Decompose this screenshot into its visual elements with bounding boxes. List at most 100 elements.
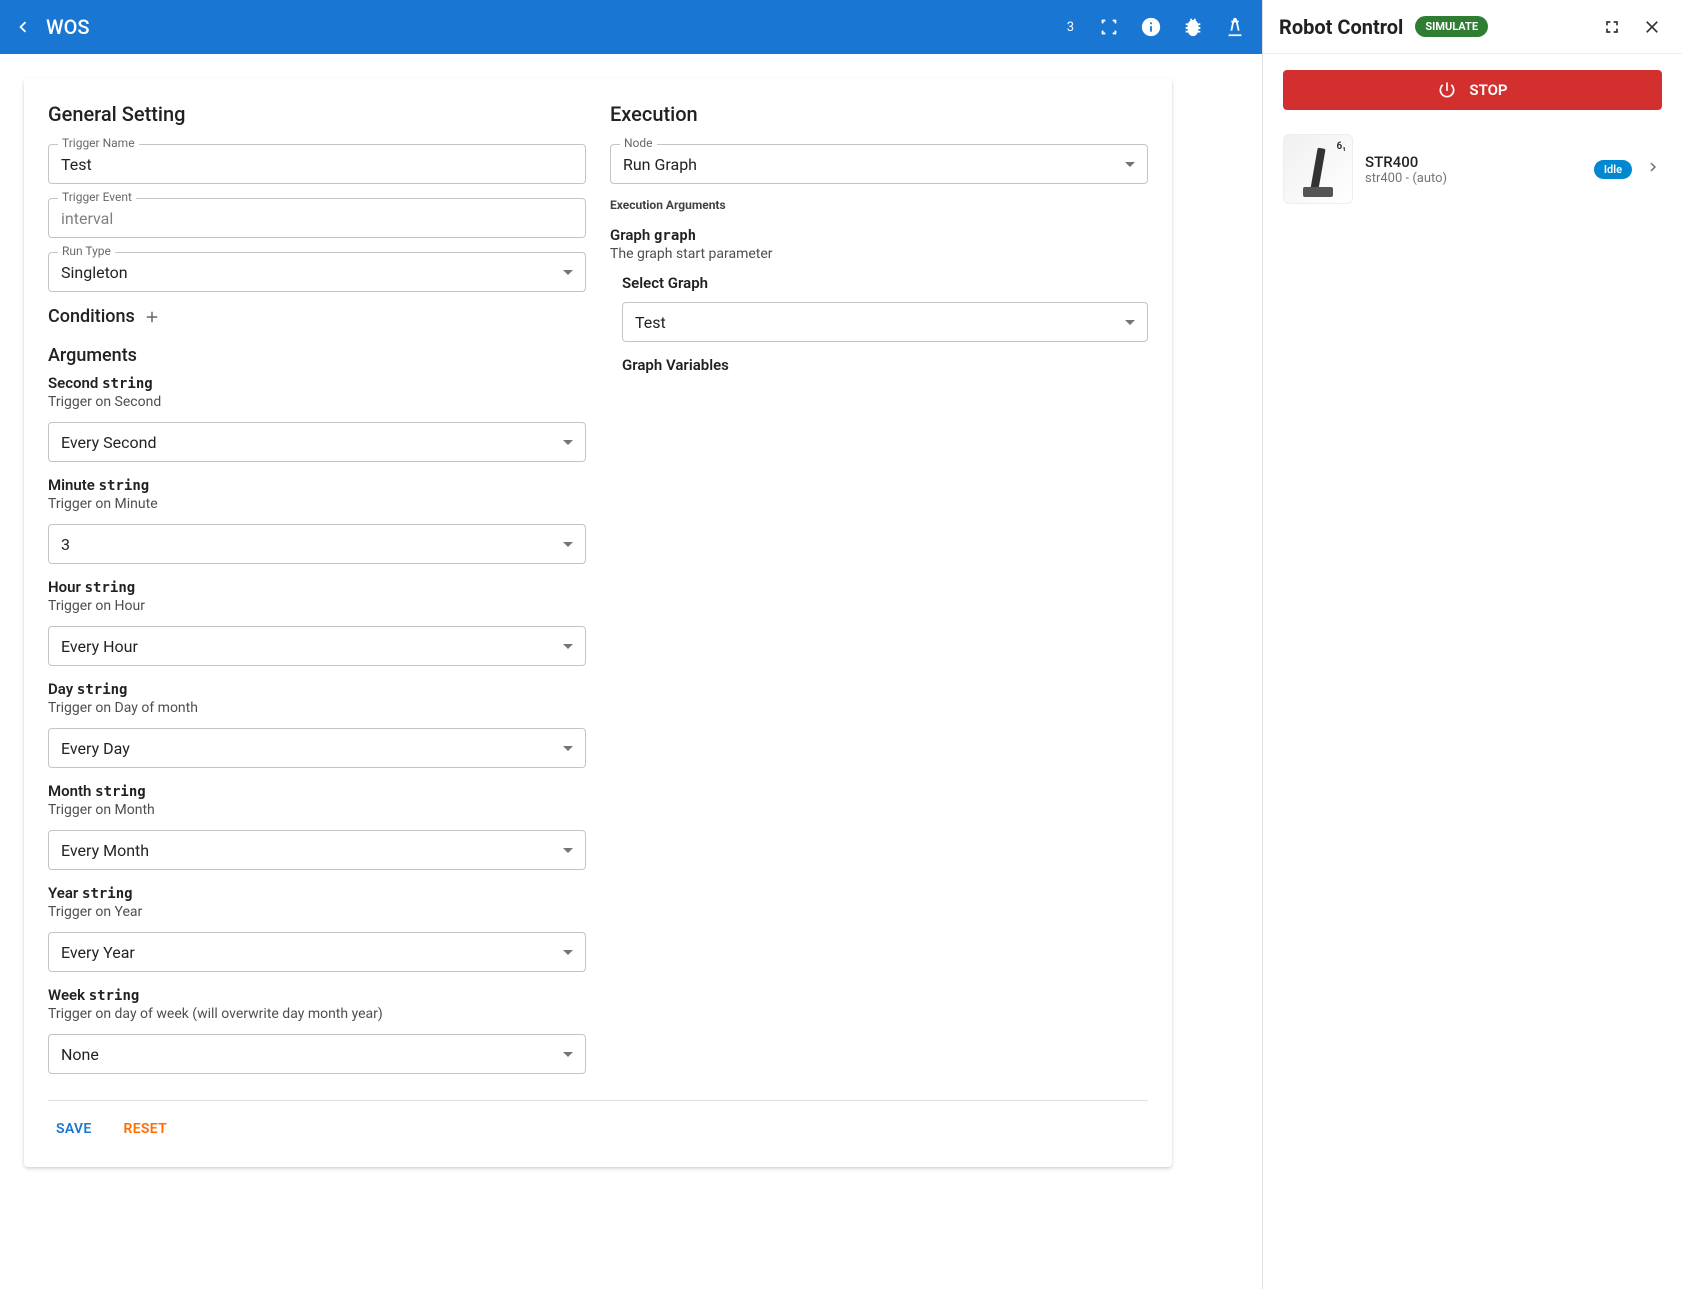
argument-year: Year string Trigger on Year Every Year	[48, 884, 586, 972]
robot-name: STR400	[1365, 153, 1582, 171]
arg-type: string	[77, 682, 128, 698]
robot-thumbnail: 6₁	[1283, 134, 1353, 204]
arg-value: None	[61, 1045, 555, 1064]
info-icon-button[interactable]	[1136, 12, 1166, 42]
arg-value: Every Day	[61, 739, 555, 758]
arg-day-select[interactable]: Every Day	[48, 728, 586, 768]
robot-expand-button[interactable]	[1644, 158, 1662, 180]
trigger-name-label: Trigger Name	[58, 136, 139, 150]
arg-year-select[interactable]: Every Year	[48, 932, 586, 972]
simulate-chip[interactable]: SIMULATE	[1415, 16, 1488, 37]
trigger-name-input[interactable]: Test	[48, 144, 586, 184]
arg-value: Every Hour	[61, 637, 555, 656]
execution-args-heading: Execution Arguments	[610, 198, 1148, 212]
graph-arg-type: graph	[654, 228, 696, 244]
arg-desc: Trigger on Day of month	[48, 700, 586, 716]
arg-month-select[interactable]: Every Month	[48, 830, 586, 870]
chevron-down-icon	[563, 1052, 573, 1057]
run-type-select[interactable]: Singleton	[48, 252, 586, 292]
chevron-down-icon	[563, 848, 573, 853]
page-title: WOS	[46, 15, 90, 39]
arg-name: Second	[48, 374, 98, 392]
arg-desc: Trigger on day of week (will overwrite d…	[48, 1006, 586, 1022]
general-heading: General Setting	[48, 102, 586, 126]
add-condition-button[interactable]	[143, 308, 161, 326]
argument-month: Month string Trigger on Month Every Month	[48, 782, 586, 870]
chevron-down-icon	[1125, 162, 1135, 167]
back-button[interactable]	[12, 16, 34, 38]
close-icon	[1642, 17, 1662, 37]
notification-count: 3	[1067, 20, 1074, 35]
arguments-heading: Arguments	[48, 345, 137, 366]
robot-sub: str400 - (auto)	[1365, 171, 1582, 186]
chevron-down-icon	[563, 746, 573, 751]
arg-type: string	[82, 886, 133, 902]
argument-minute: Minute stringTrigger on Minute3	[48, 476, 586, 564]
select-graph-select[interactable]: Test	[622, 302, 1148, 342]
expand-icon	[1098, 16, 1120, 38]
trigger-event-field: Trigger Event interval	[48, 198, 586, 238]
robot-status-chip: Idle	[1594, 160, 1632, 179]
save-button[interactable]: SAVE	[48, 1115, 100, 1143]
arg-name: Month	[48, 782, 91, 800]
stop-label: STOP	[1469, 81, 1507, 99]
argument-hour: Hour stringTrigger on HourEvery Hour	[48, 578, 586, 666]
trigger-event-label: Trigger Event	[58, 190, 136, 204]
chevron-down-icon	[563, 270, 573, 275]
trigger-name-field: Trigger Name Test	[48, 144, 586, 184]
graph-arg-desc: The graph start parameter	[610, 246, 1148, 262]
arg-type: string	[95, 784, 146, 800]
chevron-down-icon	[563, 950, 573, 955]
chevron-right-icon	[1644, 158, 1662, 176]
info-icon	[1140, 16, 1162, 38]
node-label: Node	[620, 136, 657, 150]
chevron-down-icon	[563, 440, 573, 445]
arg-value: Every Year	[61, 943, 555, 962]
execution-heading: Execution	[610, 102, 1148, 126]
arg-minute-select[interactable]: 3	[48, 524, 586, 564]
robot-arm-icon	[1224, 16, 1246, 38]
arg-desc: Trigger on Year	[48, 904, 586, 920]
graph-variables-heading: Graph Variables	[622, 356, 1148, 374]
reset-button[interactable]: RESET	[116, 1115, 175, 1143]
arg-value: Every Month	[61, 841, 555, 860]
argument-second: Second string Trigger on Second Every Seco…	[48, 374, 586, 462]
settings-card: General Setting Trigger Name Test Trigge…	[24, 78, 1172, 1167]
arg-type: string	[102, 376, 153, 392]
arg-name: Day	[48, 680, 73, 698]
fullscreen-icon	[1602, 17, 1622, 37]
expand-icon-button[interactable]	[1094, 12, 1124, 42]
run-type-field: Run Type Singleton	[48, 252, 586, 292]
close-panel-button[interactable]	[1638, 13, 1666, 41]
chevron-down-icon	[563, 542, 573, 547]
arg-type: string	[99, 478, 150, 494]
arg-name: Hour	[48, 578, 81, 596]
arg-desc: Trigger on Minute	[48, 496, 586, 512]
chevron-down-icon	[1125, 320, 1135, 325]
arg-week-select[interactable]: None	[48, 1034, 586, 1074]
arg-desc: Trigger on Second	[48, 394, 586, 410]
chevron-down-icon	[563, 644, 573, 649]
arg-value: Every Second	[61, 433, 555, 452]
arg-hour-select[interactable]: Every Hour	[48, 626, 586, 666]
stop-button[interactable]: STOP	[1283, 70, 1662, 110]
node-select[interactable]: Run Graph	[610, 144, 1148, 184]
robot-list-item[interactable]: 6₁ STR400 str400 - (auto) Idle	[1283, 134, 1662, 204]
chevron-left-icon	[12, 16, 34, 38]
arg-name: Year	[48, 884, 78, 902]
arg-type: string	[89, 988, 140, 1004]
argument-day: Day string Trigger on Day of month Every D…	[48, 680, 586, 768]
robot-icon-button[interactable]	[1220, 12, 1250, 42]
fullscreen-button[interactable]	[1598, 13, 1626, 41]
robot-panel-title: Robot Control	[1279, 15, 1403, 39]
arg-value: 3	[61, 535, 555, 554]
trigger-event-input[interactable]: interval	[48, 198, 586, 238]
arg-name: Week	[48, 986, 85, 1004]
arg-desc: Trigger on Month	[48, 802, 586, 818]
arg-second-select[interactable]: Every Second	[48, 422, 586, 462]
bug-icon	[1182, 16, 1204, 38]
run-type-label: Run Type	[58, 244, 115, 258]
debug-icon-button[interactable]	[1178, 12, 1208, 42]
arg-desc: Trigger on Hour	[48, 598, 586, 614]
graph-arg-name: Graph	[610, 226, 650, 244]
